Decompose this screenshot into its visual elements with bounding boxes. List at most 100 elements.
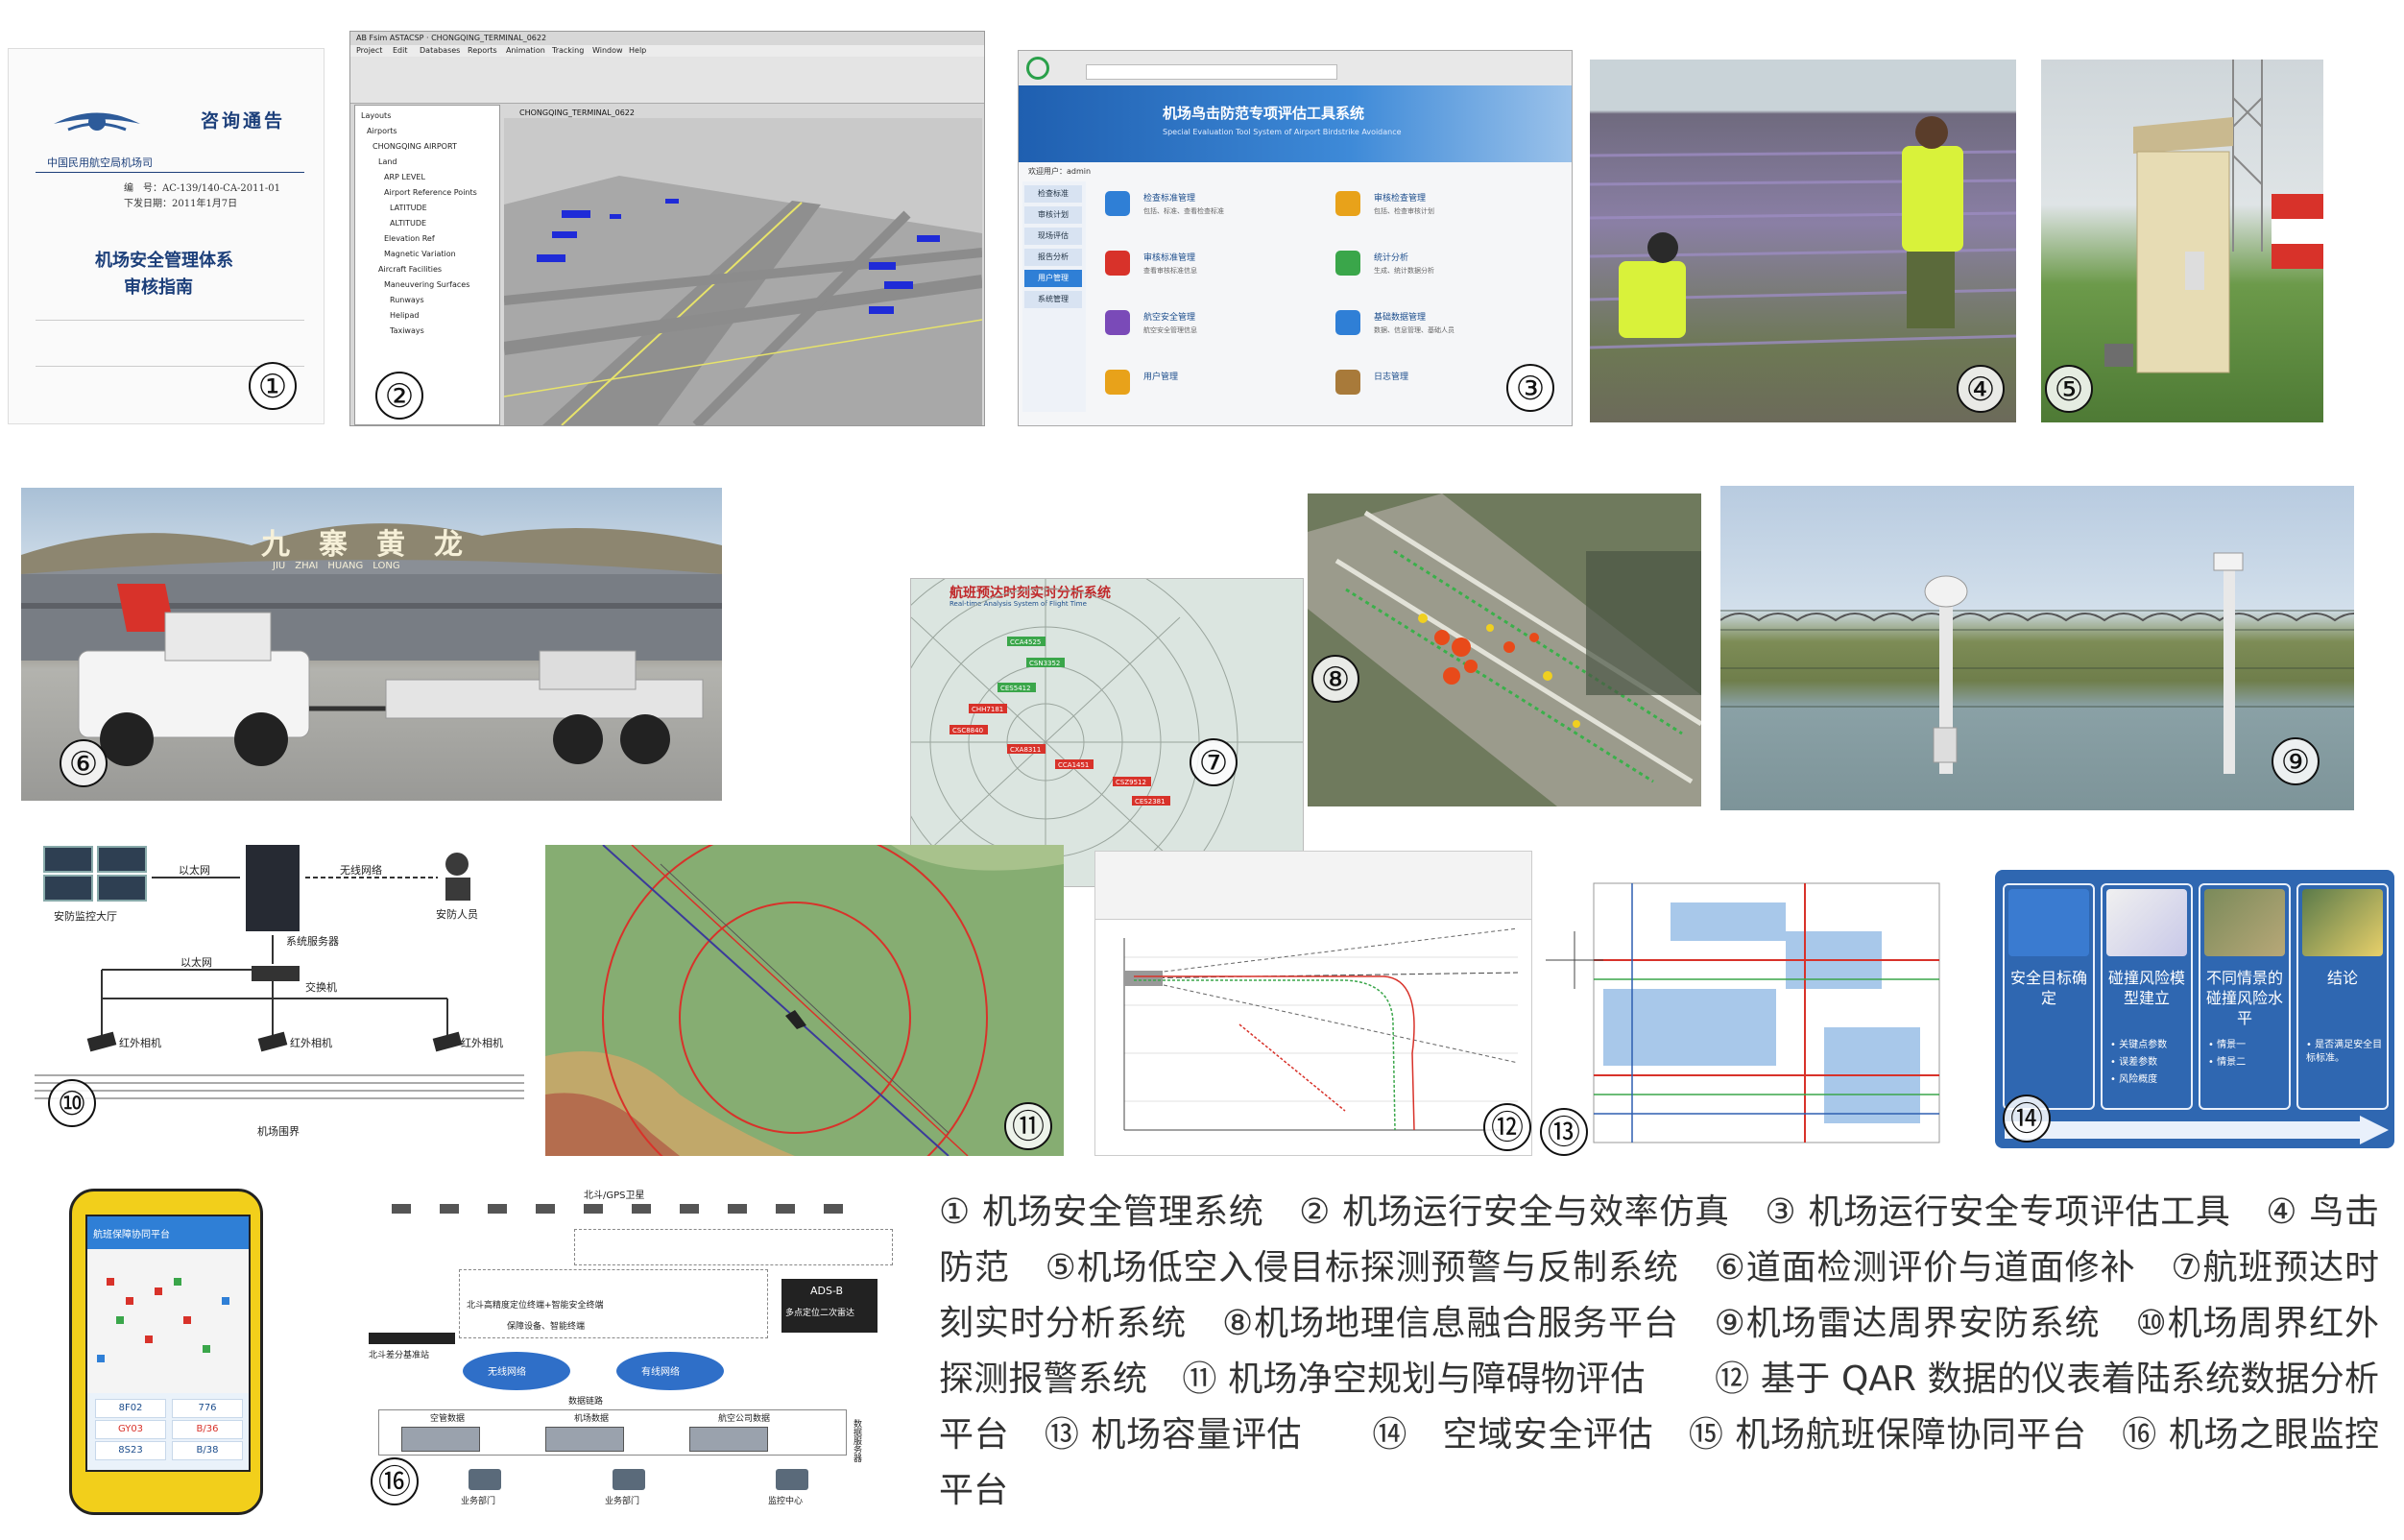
stat-cell[interactable]: B/36 bbox=[172, 1420, 243, 1439]
stat-cell[interactable]: 8S23 bbox=[95, 1441, 166, 1460]
guard-label: 安防人员 bbox=[436, 908, 478, 921]
address-bar[interactable] bbox=[1086, 64, 1337, 80]
flow-step-note: • 情景一 bbox=[2208, 1040, 2247, 1050]
tree-item[interactable]: Helipad bbox=[390, 311, 419, 320]
stat-cell[interactable]: B/38 bbox=[172, 1441, 243, 1460]
panel-radar-perimeter-photo: ⑨ bbox=[1720, 486, 2354, 810]
stat-cell[interactable]: 8F02 bbox=[95, 1399, 166, 1418]
vehicle-terminal-label: 北斗高精度定位终端+智能安全终端 bbox=[467, 1301, 604, 1311]
tile-title[interactable]: 用户管理 bbox=[1143, 370, 1178, 382]
flow-step-title: 碰撞风险模型建立 bbox=[2107, 969, 2185, 1007]
menu-animation[interactable]: Animation bbox=[506, 46, 545, 55]
terrain-map[interactable] bbox=[545, 845, 1064, 1156]
apron-map[interactable] bbox=[87, 1249, 249, 1393]
tree-item[interactable]: Taxiways bbox=[390, 326, 424, 335]
tree-item[interactable]: Magnetic Variation bbox=[384, 250, 456, 258]
tile-title[interactable]: 统计分析 bbox=[1374, 251, 1408, 263]
menu-project[interactable]: Project bbox=[356, 46, 382, 55]
sidebar-item[interactable]: 现场评估 bbox=[1024, 228, 1082, 245]
radar-map[interactable]: CCA4525 CSN3352 CES5412 CHH7181 CSC8840 CXA83… bbox=[911, 579, 1304, 887]
tree-item[interactable]: ALTITUDE bbox=[390, 219, 426, 228]
tile-icon[interactable] bbox=[1335, 251, 1360, 276]
stat-cell[interactable]: GY03 bbox=[95, 1420, 166, 1439]
tree-item[interactable]: Layouts bbox=[361, 111, 391, 120]
phone-screen[interactable]: 航班保障协同平台 8F02 776 GY03 B/36 8S23 B/38 bbox=[85, 1215, 251, 1472]
flow-step: 结论 • 是否满足安全目标标准。 bbox=[2296, 883, 2389, 1110]
tree-item[interactable]: Aircraft Facilities bbox=[378, 265, 442, 274]
sidebar: 检查标准审核计划现场评估报告分析用户管理系统管理 bbox=[1022, 181, 1086, 412]
tile-title[interactable]: 检查标准管理 bbox=[1143, 191, 1195, 204]
browser-logo-icon bbox=[1026, 57, 1049, 80]
tree-item[interactable]: Airports bbox=[367, 127, 397, 135]
doc-title-2: 审核指南 bbox=[124, 277, 193, 298]
tile-icon[interactable] bbox=[1105, 251, 1130, 276]
ads-b-sub-label: 多点定位二次雷达 bbox=[785, 1309, 855, 1318]
tree-item[interactable]: Airport Reference Points bbox=[384, 188, 477, 197]
menu-window[interactable]: Window bbox=[592, 46, 623, 55]
panel-safety-management-document: 咨询通告 中国民用航空局机场司 编 号：AC-139/140-CA-2011-0… bbox=[8, 48, 325, 424]
flow-step-image bbox=[2008, 889, 2089, 956]
doc-divider bbox=[36, 172, 304, 173]
panel-airspace-safety-flow: 安全目标确定 碰撞风险模型建立 • 关键点参数 • 误差参数 • 风险概度 不同情景的碰撞… bbox=[1995, 870, 2394, 1148]
panel-airport-eye-monitoring: 北斗/GPS卫星 北斗高精度定位终端+智能安全终端 保障设备、智能终端 ADS-… bbox=[363, 1189, 902, 1515]
tile-icon[interactable] bbox=[1335, 191, 1360, 216]
user-label: 欢迎用户：admin bbox=[1028, 167, 1092, 176]
tile-icon[interactable] bbox=[1105, 370, 1130, 395]
flight-label: CSN3352 bbox=[1029, 660, 1060, 667]
sidebar-item[interactable]: 系统管理 bbox=[1024, 291, 1082, 308]
panel-pavement-inspection-photo: 九 寨 黄 龙 JIU ZHAI HUANG LONG ⑥ bbox=[21, 488, 722, 801]
tile-title[interactable]: 日志管理 bbox=[1374, 370, 1408, 382]
system-banner: 机场鸟击防范专项评估工具系统 Special Evaluation Tool S… bbox=[1019, 85, 1572, 162]
panel-number-badge: ⑤ bbox=[2045, 365, 2093, 413]
flow-step-title: 安全目标确定 bbox=[2009, 969, 2087, 1007]
tile-desc: 包括、标准、查看检查标准 bbox=[1143, 207, 1224, 215]
tile-title[interactable]: 航空安全管理 bbox=[1143, 310, 1195, 323]
sidebar-item[interactable]: 报告分析 bbox=[1024, 249, 1082, 266]
tree-item[interactable]: Runways bbox=[390, 296, 424, 304]
stat-cell[interactable]: 776 bbox=[172, 1399, 243, 1418]
menu-edit[interactable]: Edit bbox=[393, 46, 408, 55]
panel-low-altitude-detection-photo: ⑤ bbox=[2041, 60, 2323, 422]
satellite-heatmap[interactable] bbox=[1308, 493, 1701, 806]
airport-layout-drawing bbox=[1546, 882, 1940, 1143]
stats-grid: 8F02 776 GY03 B/36 8S23 B/38 bbox=[87, 1399, 249, 1466]
tile-icon[interactable] bbox=[1105, 310, 1130, 335]
wireless-network-label: 无线网络 bbox=[488, 1367, 526, 1378]
tree-item[interactable]: CHONGQING AIRPORT bbox=[373, 142, 457, 151]
menu-databases[interactable]: Databases bbox=[420, 46, 460, 55]
tile-icon[interactable] bbox=[1105, 191, 1130, 216]
panel-number-badge: ⑫ bbox=[1483, 1103, 1531, 1151]
flow-step: 不同情景的碰撞风险水平 • 情景一 • 情景二 bbox=[2199, 883, 2291, 1110]
doc-title-1: 机场安全管理体系 bbox=[95, 251, 233, 271]
menu-tracking[interactable]: Tracking bbox=[552, 46, 584, 55]
flight-label: CES2381 bbox=[1135, 798, 1166, 806]
tree-item[interactable]: Land bbox=[378, 157, 397, 166]
panel-number-badge: ② bbox=[375, 372, 423, 420]
sidebar-item[interactable]: 审核计划 bbox=[1024, 206, 1082, 224]
data-table-header bbox=[1095, 852, 1531, 920]
menu-reports[interactable]: Reports bbox=[468, 46, 497, 55]
flight-label: CCA1451 bbox=[1058, 761, 1089, 769]
3d-airport-view[interactable] bbox=[504, 118, 982, 425]
server-label: 系统服务器 bbox=[286, 935, 339, 948]
tree-item[interactable]: Elevation Ref bbox=[384, 234, 435, 243]
menu-help[interactable]: Help bbox=[629, 46, 646, 55]
layout-tree[interactable]: Layouts Airports CHONGQING AIRPORT Land ARP … bbox=[354, 105, 500, 425]
tree-item[interactable]: Maneuvering Surfaces bbox=[384, 280, 469, 289]
tile-icon[interactable] bbox=[1335, 310, 1360, 335]
tree-item[interactable]: LATITUDE bbox=[390, 204, 427, 212]
workstation-label: 业务部门 bbox=[461, 1497, 496, 1506]
sidebar-item[interactable]: 检查标准 bbox=[1024, 185, 1082, 203]
tile-icon[interactable] bbox=[1335, 370, 1360, 395]
tree-item[interactable]: ARP LEVEL bbox=[384, 173, 425, 181]
tile-title[interactable]: 审核检查管理 bbox=[1374, 191, 1426, 204]
flight-label: CCA4525 bbox=[1010, 638, 1041, 646]
panel-number-badge: ⑪ bbox=[1004, 1102, 1052, 1150]
tile-title[interactable]: 基础数据管理 bbox=[1374, 310, 1426, 323]
panel-number-badge: ⑨ bbox=[2272, 737, 2320, 785]
flow-step-title: 不同情景的碰撞风险水平 bbox=[2205, 969, 2283, 1027]
tile-title[interactable]: 审核标准管理 bbox=[1143, 251, 1195, 263]
sidebar-item[interactable]: 用户管理 bbox=[1024, 270, 1082, 287]
panel-number-badge: ⑭ bbox=[2003, 1095, 2051, 1143]
flow-step: 碰撞风险模型建立 • 关键点参数 • 误差参数 • 风险概度 bbox=[2101, 883, 2193, 1110]
